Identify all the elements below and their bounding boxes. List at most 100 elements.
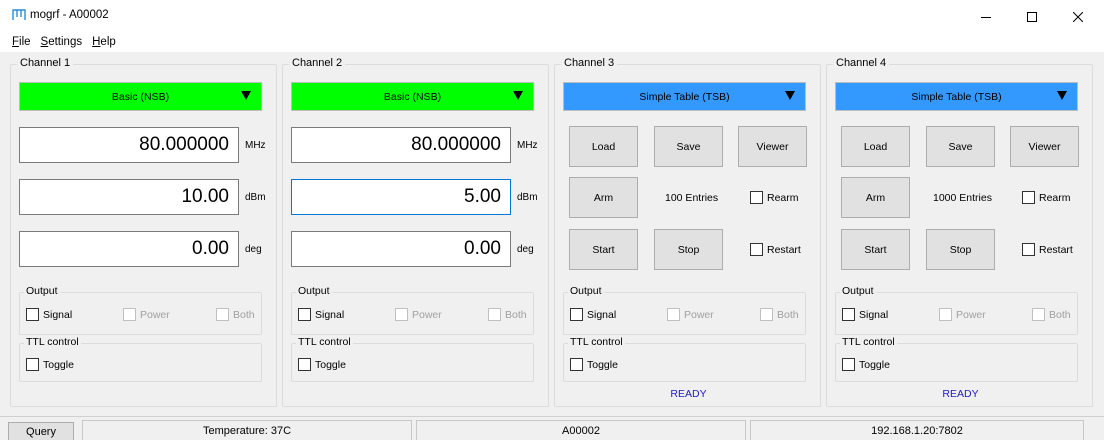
checkbox-box [395, 308, 408, 321]
mode-select[interactable]: Basic (NSB) [19, 82, 262, 111]
menu-file[interactable]: File [12, 36, 31, 48]
minimize-icon [981, 17, 991, 18]
maximize-button[interactable] [1012, 4, 1052, 30]
checkbox-box [123, 308, 136, 321]
signal-checkbox[interactable]: Signal [842, 308, 888, 321]
rearm-checkbox[interactable]: Rearm [1022, 191, 1071, 204]
checkbox-label: Both [1049, 308, 1071, 321]
checkbox-box [298, 308, 311, 321]
checkbox-label: Power [956, 308, 986, 321]
power-field[interactable]: 5.00 [291, 179, 511, 215]
dropdown-arrow-icon [241, 91, 251, 100]
start-button[interactable]: Start [841, 229, 910, 270]
signal-checkbox[interactable]: Signal [570, 308, 616, 321]
both-checkbox[interactable]: Both [1032, 308, 1071, 321]
rearm-checkbox[interactable]: Rearm [750, 191, 799, 204]
minimize-button[interactable] [966, 4, 1006, 30]
ttl-group: TTL control Toggle [835, 336, 1078, 382]
restart-checkbox[interactable]: Restart [750, 243, 801, 256]
checkbox-label: Signal [43, 308, 73, 321]
power-unit: dBm [517, 192, 538, 203]
temperature-status: Temperature: 37C [82, 420, 412, 440]
channel-3-panel: Channel 3 Simple Table (TSB) Load Save V… [554, 57, 821, 407]
both-checkbox[interactable]: Both [760, 308, 799, 321]
menu-settings[interactable]: Settings [41, 36, 83, 48]
checkbox-label: Rearm [767, 191, 799, 204]
checkbox-label: Rearm [1039, 191, 1071, 204]
toggle-checkbox[interactable]: Toggle [26, 358, 74, 371]
ttl-label: TTL control [840, 336, 897, 348]
start-button[interactable]: Start [569, 229, 638, 270]
ttl-label: TTL control [24, 336, 81, 348]
status-ready: READY [670, 388, 707, 400]
mode-select[interactable]: Simple Table (TSB) [835, 82, 1078, 111]
power-checkbox[interactable]: Power [395, 308, 442, 321]
checkbox-box [570, 358, 583, 371]
checkbox-box [570, 308, 583, 321]
menu-bar: File Settings Help [0, 32, 1104, 52]
toggle-checkbox[interactable]: Toggle [298, 358, 346, 371]
query-button[interactable]: Query [8, 422, 74, 440]
toggle-checkbox[interactable]: Toggle [842, 358, 890, 371]
serial-status: A00002 [416, 420, 746, 440]
frequency-field[interactable]: 80.000000 [19, 127, 239, 163]
load-button[interactable]: Load [569, 126, 638, 167]
title-bar: mogrf - A00002 [0, 0, 1104, 32]
output-group: Output Signal Power Both [563, 285, 806, 335]
arm-button[interactable]: Arm [569, 177, 638, 218]
power-unit: dBm [245, 192, 266, 203]
phase-field[interactable]: 0.00 [19, 231, 239, 267]
stop-button[interactable]: Stop [926, 229, 995, 270]
viewer-button[interactable]: Viewer [738, 126, 807, 167]
power-field[interactable]: 10.00 [19, 179, 239, 215]
checkbox-box [842, 308, 855, 321]
power-checkbox[interactable]: Power [667, 308, 714, 321]
power-checkbox[interactable]: Power [123, 308, 170, 321]
dropdown-arrow-icon [785, 91, 795, 100]
phase-unit: deg [517, 244, 534, 255]
mode-value: Basic (NSB) [111, 90, 170, 103]
checkbox-label: Signal [315, 308, 345, 321]
arm-button[interactable]: Arm [841, 177, 910, 218]
output-group: Output Signal Power Both [291, 285, 534, 335]
menu-help[interactable]: Help [92, 36, 116, 48]
load-button[interactable]: Load [841, 126, 910, 167]
both-checkbox[interactable]: Both [488, 308, 527, 321]
mode-select[interactable]: Simple Table (TSB) [563, 82, 806, 111]
save-button[interactable]: Save [926, 126, 995, 167]
viewer-button[interactable]: Viewer [1010, 126, 1079, 167]
checkbox-label: Toggle [315, 358, 346, 371]
output-label: Output [296, 285, 332, 297]
address-status: 192.168.1.20:7802 [750, 420, 1084, 440]
output-group: Output Signal Power Both [835, 285, 1078, 335]
checkbox-label: Toggle [43, 358, 74, 371]
checkbox-box [667, 308, 680, 321]
signal-checkbox[interactable]: Signal [26, 308, 72, 321]
channel-label: Channel 4 [833, 57, 890, 69]
close-button[interactable] [1058, 4, 1098, 30]
frequency-field[interactable]: 80.000000 [291, 127, 511, 163]
mode-select[interactable]: Basic (NSB) [291, 82, 534, 111]
maximize-icon [1027, 12, 1037, 22]
channel-1-panel: Channel 1 Basic (NSB) 80.000000 MHz 10.0… [10, 57, 277, 407]
checkbox-label: Both [777, 308, 799, 321]
entries-count: 100 Entries [665, 192, 719, 204]
signal-checkbox[interactable]: Signal [298, 308, 344, 321]
mode-value: Simple Table (TSB) [911, 90, 1002, 103]
stop-button[interactable]: Stop [654, 229, 723, 270]
ttl-label: TTL control [568, 336, 625, 348]
checkbox-box [842, 358, 855, 371]
restart-checkbox[interactable]: Restart [1022, 243, 1073, 256]
entries-count: 1000 Entries [933, 192, 992, 204]
phase-field[interactable]: 0.00 [291, 231, 511, 267]
checkbox-label: Restart [1039, 243, 1073, 256]
checkbox-label: Toggle [587, 358, 618, 371]
channel-4-panel: Channel 4 Simple Table (TSB) Load Save V… [826, 57, 1093, 407]
power-checkbox[interactable]: Power [939, 308, 986, 321]
channel-label: Channel 3 [561, 57, 618, 69]
checkbox-box [216, 308, 229, 321]
save-button[interactable]: Save [654, 126, 723, 167]
toggle-checkbox[interactable]: Toggle [570, 358, 618, 371]
both-checkbox[interactable]: Both [216, 308, 255, 321]
checkbox-label: Restart [767, 243, 801, 256]
